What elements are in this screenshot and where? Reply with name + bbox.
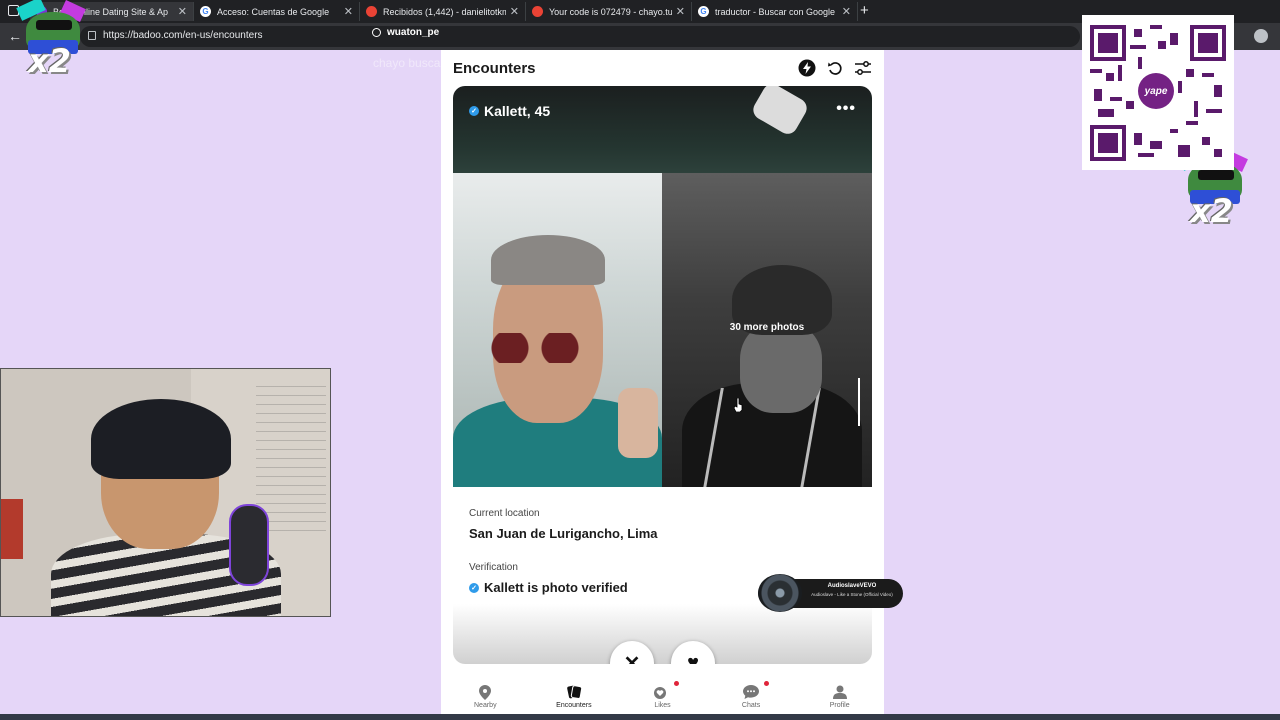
frog-emote-left: x2: [10, 0, 96, 80]
music-title: AudioslaveVEVO: [827, 583, 877, 589]
url-text: https://badoo.com/en-us/encounters: [103, 30, 263, 41]
profile-card[interactable]: ✓ Kallett, 45 ••• 30 more photos Current…: [453, 86, 872, 664]
close-icon: ✕: [623, 652, 641, 665]
tab-label: traductor - Buscar con Google: [715, 6, 836, 17]
notification-dot: [763, 681, 769, 686]
profile-cover-photo: [453, 86, 872, 173]
header-actions: [798, 59, 872, 77]
hand-cursor-icon: [734, 398, 743, 412]
google-favicon-icon: G: [200, 6, 211, 17]
cards-icon: [566, 685, 582, 699]
location-label: Current location: [469, 508, 540, 519]
close-tab-icon[interactable]: ✕: [842, 5, 851, 18]
more-options-icon[interactable]: •••: [836, 100, 856, 118]
tab-gmail-inbox[interactable]: Recibidos (1,442) - danielitotkm1 ✕: [360, 2, 526, 21]
verified-check-icon: ✓: [469, 106, 479, 116]
nav-label: Chats: [741, 702, 761, 709]
close-tab-icon[interactable]: ✕: [510, 5, 519, 18]
gmail-favicon-icon: [532, 6, 543, 17]
yape-qr-code: yape: [1082, 15, 1234, 170]
encounters-panel: Encounters ✓ Kallett, 45 ••• 30 more pho…: [441, 50, 884, 720]
filters-icon[interactable]: [854, 59, 872, 77]
microphone-icon: [229, 504, 269, 586]
gmail-favicon-icon: [366, 6, 377, 17]
page-title: Encounters: [453, 60, 536, 77]
profile-photo-1[interactable]: [453, 173, 662, 487]
verification-row: ✓ Kallett is photo verified: [469, 580, 628, 595]
verification-label: Verification: [469, 562, 518, 573]
tab-label: Acceso: Cuentas de Google: [217, 6, 330, 17]
stream-handle: wuaton_pe: [372, 27, 439, 38]
verified-check-icon: ✓: [469, 582, 479, 593]
nav-label: Profile: [829, 702, 850, 709]
location-value: San Juan de Lurigancho, Lima: [469, 526, 658, 541]
tab-label: Your code is 072479 - chayo.tube: [549, 6, 672, 17]
profile-name-row: ✓ Kallett, 45: [469, 103, 550, 119]
close-tab-icon[interactable]: ✕: [676, 5, 685, 18]
new-tab-icon[interactable]: +: [860, 2, 869, 19]
tab-google-accounts[interactable]: G Acceso: Cuentas de Google ✕: [194, 2, 360, 21]
album-art: [758, 574, 802, 612]
browser-profile-icon[interactable]: [1254, 29, 1268, 43]
scroll-indicator: [858, 378, 860, 426]
heart-icon: ♥: [687, 651, 699, 665]
stream-handle-text: wuaton_pe: [387, 27, 440, 38]
profile-icon: [832, 685, 848, 699]
tab-label: Recibidos (1,442) - danielitotkm1: [383, 6, 506, 17]
profile-photo-2[interactable]: 30 more photos: [662, 173, 872, 487]
url-field[interactable]: https://badoo.com/en-us/encounters: [80, 26, 1080, 47]
close-tab-icon[interactable]: ✕: [344, 5, 353, 18]
nav-label: Encounters: [556, 702, 592, 709]
music-subtitle: Audioslave - Like a Stone (Official Vide…: [811, 592, 893, 597]
now-playing-toast: AudioslaveVEVO Audioslave - Like a Stone…: [758, 574, 903, 612]
tab-gmail-code[interactable]: Your code is 072479 - chayo.tube ✕: [526, 2, 692, 21]
location-pin-icon: [477, 684, 493, 700]
nav-label: Nearby: [474, 702, 497, 709]
google-favicon-icon: G: [698, 6, 709, 17]
yape-logo: yape: [1134, 69, 1178, 113]
tab-google-search[interactable]: G traductor - Buscar con Google ✕: [692, 2, 858, 21]
nav-label: Likes: [654, 702, 671, 709]
boost-lightning-icon[interactable]: [798, 59, 816, 77]
emote-label: x2: [1190, 192, 1233, 230]
close-tab-icon[interactable]: ✕: [178, 5, 187, 18]
chat-icon: [743, 685, 760, 699]
likes-icon: [654, 685, 670, 699]
user-icon: [372, 28, 381, 37]
verification-value: Kallett is photo verified: [484, 580, 628, 595]
more-photos-label[interactable]: 30 more photos: [662, 322, 872, 333]
notification-dot: [674, 681, 680, 686]
profile-name-age: Kallett, 45: [484, 103, 551, 119]
emote-label: x2: [28, 42, 71, 80]
taskbar-strip: [0, 714, 1280, 720]
undo-icon[interactable]: [826, 59, 844, 77]
webcam-feed: [0, 368, 331, 617]
